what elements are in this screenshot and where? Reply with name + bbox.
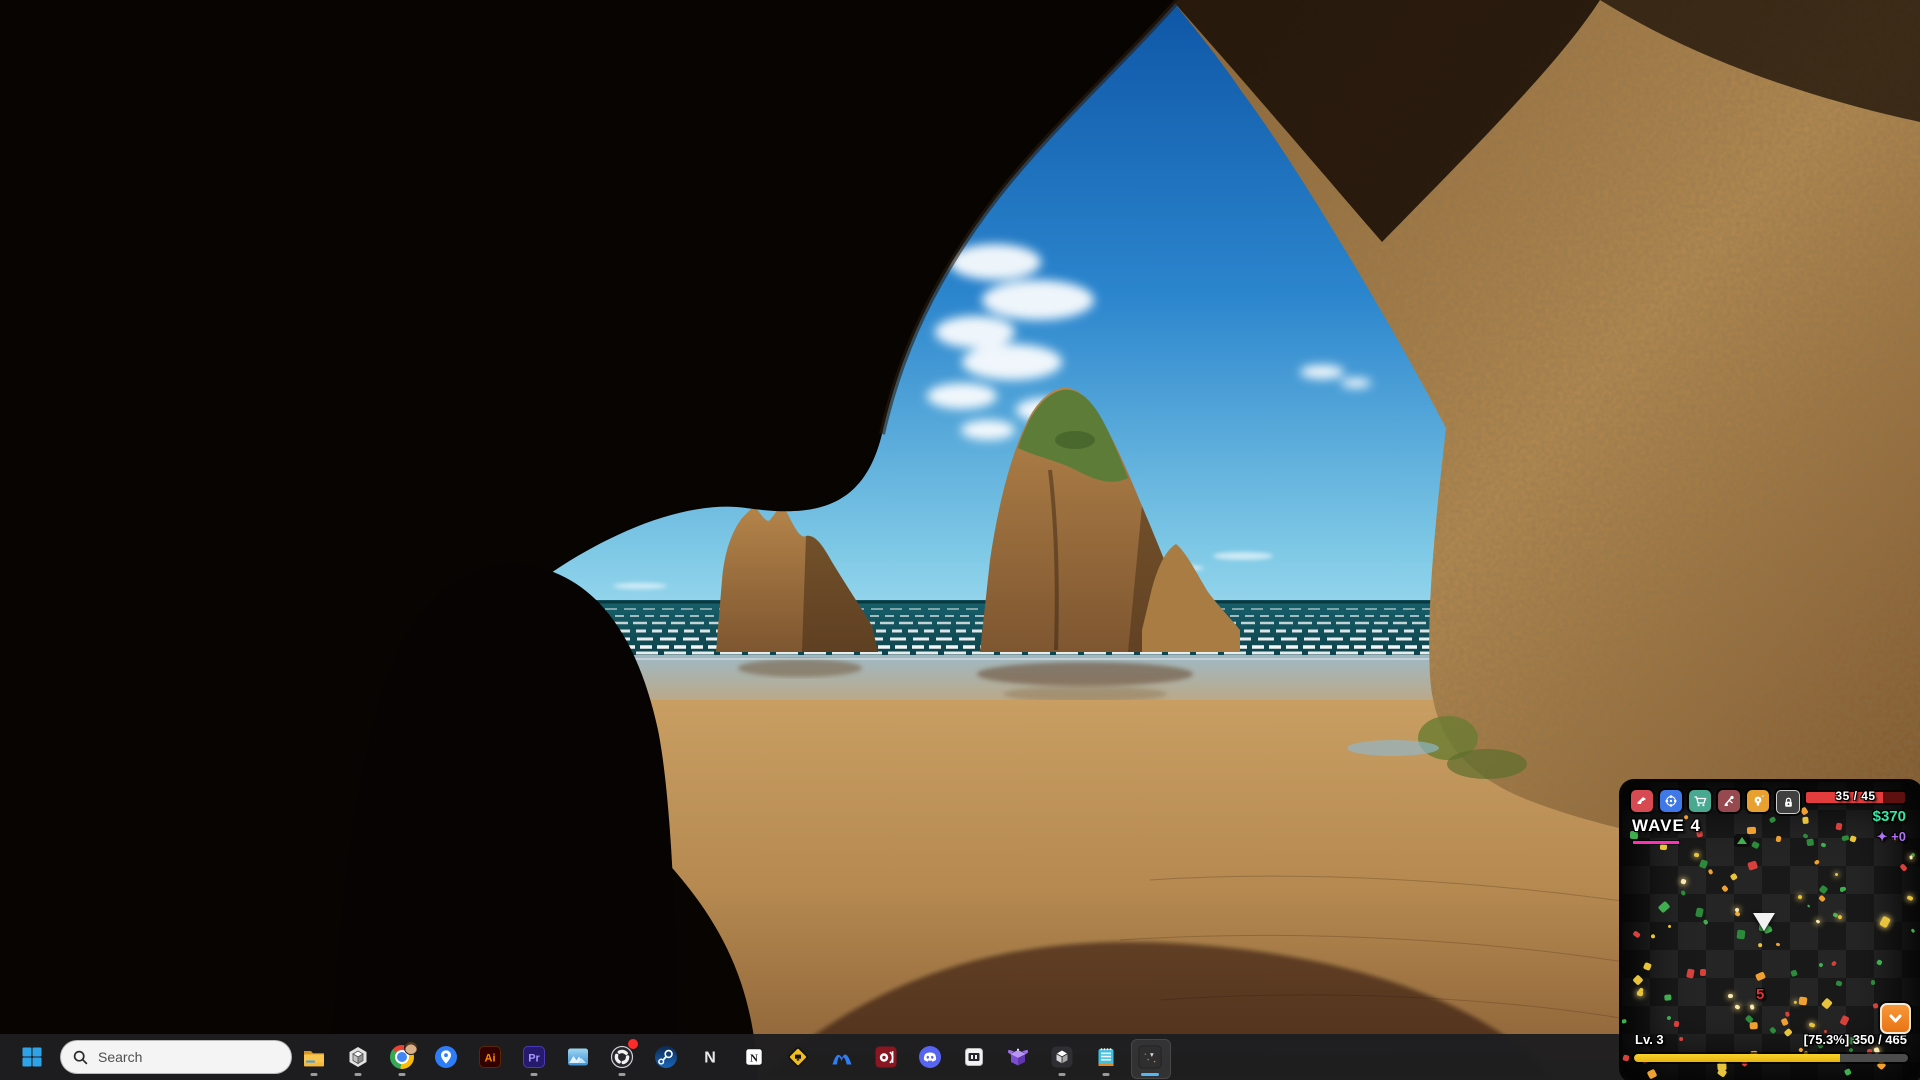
- taskbar-app-premiere[interactable]: Pr: [522, 1037, 546, 1077]
- turret-icon: [1722, 794, 1736, 808]
- taskbar-app-red-audio[interactable]: [874, 1037, 898, 1077]
- taskbar-app-n[interactable]: N: [698, 1037, 722, 1077]
- taskbar-app-obs[interactable]: [610, 1037, 634, 1077]
- taskbar-app-purple-box[interactable]: [1006, 1037, 1030, 1077]
- level-label: Lv. 3: [1635, 1032, 1664, 1047]
- notion-icon: N: [742, 1045, 766, 1069]
- windows-logo-icon: [20, 1045, 44, 1069]
- weapon-button[interactable]: [1631, 790, 1653, 812]
- player-ship: [1753, 913, 1775, 931]
- taskbar-app-discord[interactable]: [918, 1037, 942, 1077]
- taskbar-app-pixel-robot[interactable]: [962, 1037, 986, 1077]
- game-overlay-window[interactable]: 35 / 45 $370 ✦ +0 WAVE 4 5 Lv. 3 [75.3%]…: [1622, 782, 1920, 1080]
- damage-number: 5: [1756, 986, 1764, 1003]
- pin-app-icon: [434, 1045, 458, 1069]
- enemy-health-bar: 35 / 45: [1806, 792, 1905, 803]
- shop-button[interactable]: [1689, 790, 1711, 812]
- running-indicator: [399, 1073, 406, 1076]
- taskbar-app-illustrator[interactable]: Ai: [478, 1037, 502, 1077]
- search-input[interactable]: [96, 1048, 250, 1066]
- money-label: $370: [1873, 808, 1906, 825]
- nordvpn-icon: [830, 1045, 854, 1069]
- running-indicator: [355, 1073, 362, 1076]
- running-indicator: [531, 1073, 538, 1076]
- taskbar-app-notion[interactable]: N: [742, 1037, 766, 1077]
- bulb-icon: [1751, 794, 1765, 808]
- orbit-icon: [1664, 794, 1678, 808]
- taskbar-app-file-explorer[interactable]: [302, 1037, 326, 1077]
- lock-button[interactable]: [1776, 790, 1800, 814]
- svg-text:N: N: [750, 1053, 758, 1065]
- running-indicator: [619, 1073, 626, 1076]
- search-icon: [73, 1050, 88, 1065]
- running-indicator: [311, 1073, 318, 1076]
- chrome-profile-avatar: [404, 1041, 418, 1055]
- taskbar-search-box[interactable]: [60, 1040, 292, 1074]
- purple-box-app-icon: [1006, 1045, 1030, 1069]
- red-audio-app-icon: [874, 1045, 898, 1069]
- running-indicator: [1059, 1073, 1066, 1076]
- unity-editor-icon: [1050, 1045, 1074, 1069]
- xp-bar: [1634, 1054, 1908, 1062]
- game-toolbar: [1631, 790, 1800, 814]
- taskbar-app-yellow-diamond[interactable]: [786, 1037, 810, 1077]
- collapse-button[interactable]: [1880, 1003, 1911, 1034]
- xp-bar-fill: [1634, 1054, 1840, 1062]
- taskbar-app-unity-hub[interactable]: [346, 1037, 370, 1077]
- taskbar-app-steam[interactable]: [654, 1037, 678, 1077]
- lock-icon: [1782, 796, 1795, 809]
- unity-hub-icon: [346, 1045, 370, 1069]
- file-explorer-icon: [302, 1045, 326, 1069]
- recording-badge: [628, 1039, 638, 1049]
- upgrade-button[interactable]: [1747, 790, 1769, 812]
- notepad-icon: [1094, 1045, 1118, 1069]
- discord-icon: [918, 1045, 942, 1069]
- yellow-diamond-app-icon: [786, 1045, 810, 1069]
- spawn-marker: [1734, 834, 1750, 847]
- health-text: 35 / 45: [1806, 789, 1905, 803]
- taskbar-app-icons: Ai Pr: [302, 1034, 1162, 1080]
- steam-icon: [654, 1045, 678, 1069]
- orbit-button[interactable]: [1660, 790, 1682, 812]
- sparkle-icon: ✦: [1877, 829, 1888, 844]
- taskbar-app-unity-editor[interactable]: [1050, 1037, 1074, 1077]
- svg-text:N: N: [704, 1050, 716, 1067]
- game-window-icon: [1138, 1044, 1162, 1070]
- taskbar-app-chrome[interactable]: [390, 1037, 414, 1077]
- xp-label: [75.3%] 350 / 465: [1804, 1032, 1907, 1047]
- start-button[interactable]: [14, 1039, 50, 1075]
- chevron-down-icon: [1888, 1011, 1903, 1026]
- adobe-premiere-icon: Pr: [522, 1045, 546, 1069]
- taskbar-app-wallpaper-engine[interactable]: [566, 1037, 590, 1077]
- n-app-icon: N: [698, 1045, 722, 1069]
- svg-text:Pr: Pr: [528, 1052, 540, 1064]
- taskbar-app-game-window[interactable]: [1138, 1037, 1162, 1077]
- wallpaper-engine-icon: [566, 1045, 590, 1069]
- wave-label: WAVE 4: [1632, 816, 1701, 836]
- taskbar-app-notepad[interactable]: [1094, 1037, 1118, 1077]
- adobe-illustrator-icon: Ai: [478, 1045, 502, 1069]
- desktop: Ai Pr: [0, 0, 1920, 1080]
- active-indicator: [1141, 1073, 1159, 1076]
- svg-text:Ai: Ai: [485, 1052, 496, 1064]
- running-indicator: [1103, 1073, 1110, 1076]
- bonus-label: ✦ +0: [1877, 829, 1906, 845]
- gun-icon: [1635, 794, 1649, 808]
- cart-icon: [1693, 794, 1707, 808]
- turret-button[interactable]: [1718, 790, 1740, 812]
- taskbar-app-pin[interactable]: [434, 1037, 458, 1077]
- wave-progress-bar: [1633, 841, 1679, 844]
- pixel-robot-app-icon: [962, 1045, 986, 1069]
- taskbar-app-nordvpn[interactable]: [830, 1037, 854, 1077]
